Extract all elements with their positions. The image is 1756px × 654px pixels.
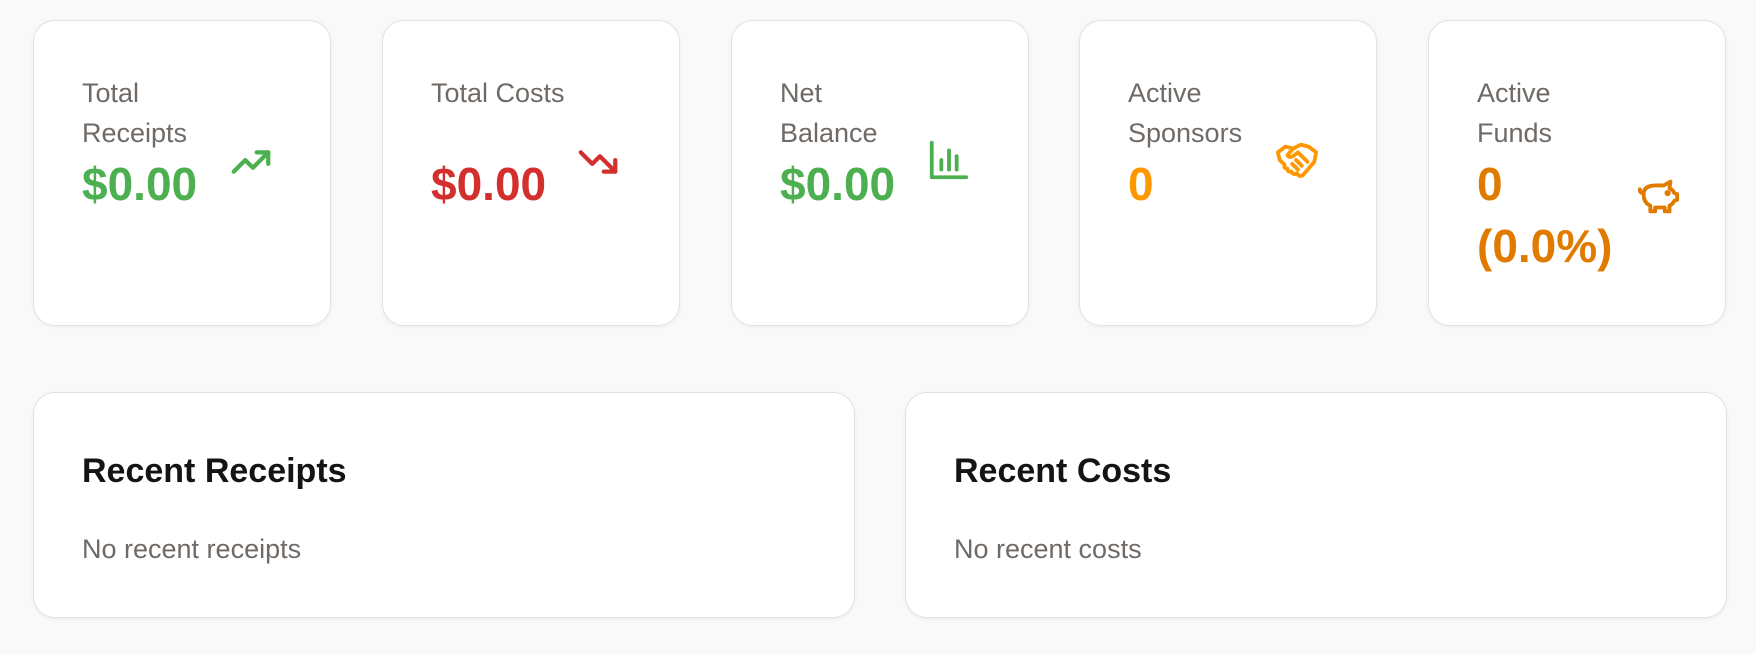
stat-card-active-funds: Active Funds 0 (0.0%) — [1428, 20, 1726, 326]
stat-card-total-receipts: Total Receipts $0.00 — [33, 20, 331, 326]
stat-card-net-balance: Net Balance $0.00 — [731, 20, 1029, 326]
stat-value: $0.00 — [431, 158, 547, 210]
stat-label: Active Funds — [1477, 78, 1553, 148]
stat-value: $0.00 — [780, 158, 896, 210]
stat-card-active-sponsors: Active Sponsors 0 — [1079, 20, 1377, 326]
recent-costs-empty-text: No recent costs — [954, 534, 1142, 564]
bar-chart-icon — [926, 137, 972, 183]
stat-label: Net Balance — [780, 78, 878, 148]
recent-receipts-panel: Recent Receipts No recent receipts — [33, 392, 855, 618]
recent-costs-panel: Recent Costs No recent costs — [905, 392, 1727, 618]
stat-value: 0 — [1128, 158, 1154, 210]
trending-up-icon — [228, 139, 274, 185]
stat-label: Active Sponsors — [1128, 78, 1243, 148]
recent-receipts-empty-text: No recent receipts — [82, 534, 302, 564]
piggy-bank-icon — [1635, 173, 1681, 219]
stat-label: Total Costs — [431, 78, 565, 108]
stat-label: Total Receipts — [82, 78, 188, 148]
stat-value: 0 (0.0%) — [1477, 158, 1613, 272]
stat-card-total-costs: Total Costs $0.00 — [382, 20, 680, 326]
stat-value: $0.00 — [82, 158, 198, 210]
recent-receipts-title: Recent Receipts — [82, 452, 347, 490]
recent-costs-title: Recent Costs — [954, 452, 1172, 490]
handshake-icon — [1274, 137, 1320, 183]
trending-down-icon — [575, 139, 621, 185]
